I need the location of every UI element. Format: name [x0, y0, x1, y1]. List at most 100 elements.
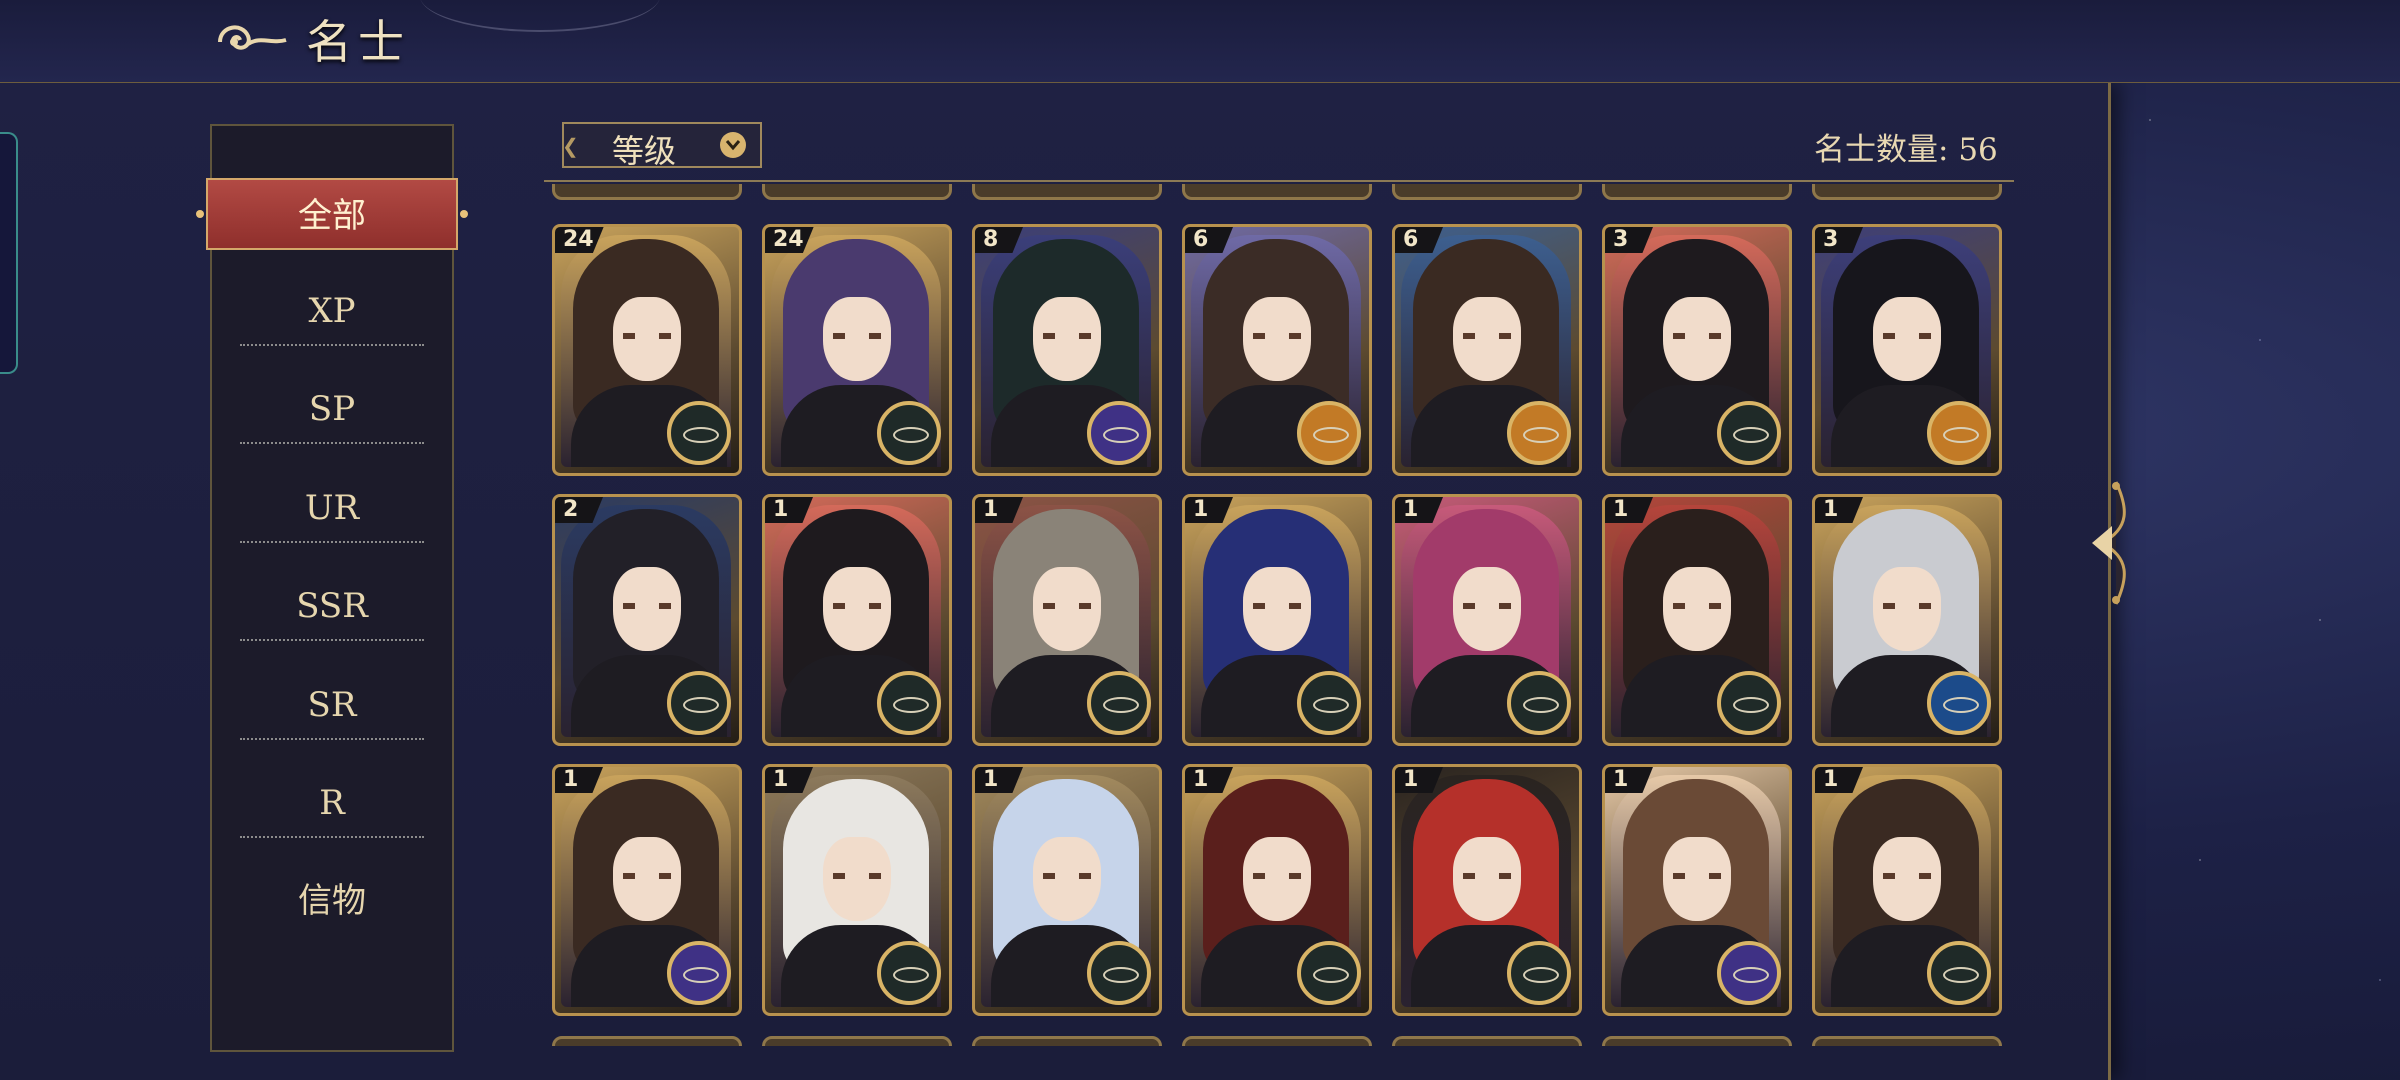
partial-card-top: [1392, 184, 1582, 200]
character-card[interactable]: 1: [1812, 494, 2002, 746]
chevron-down-icon: [720, 132, 746, 158]
filter-label: 信物: [298, 881, 366, 921]
character-card[interactable]: 1: [1182, 764, 1372, 1016]
portrait-face: [1663, 567, 1731, 651]
class-emblem-icon: [667, 401, 731, 465]
ornament-icon: ❮: [562, 134, 579, 158]
partial-card-top: [762, 184, 952, 200]
class-emblem-icon: [1927, 401, 1991, 465]
class-emblem-icon: [1717, 401, 1781, 465]
rarity-filter-sidebar: 全部 XP SP UR SSR SR R 信物: [196, 124, 468, 1052]
character-card[interactable]: 1: [972, 764, 1162, 1016]
character-card[interactable]: 1: [1392, 494, 1582, 746]
class-emblem-icon: [1717, 671, 1781, 735]
portrait-eyes: [1043, 333, 1091, 339]
character-card[interactable]: 6: [1392, 224, 1582, 476]
portrait-face: [1453, 567, 1521, 651]
filter-ur[interactable]: UR: [212, 473, 452, 543]
filter-keepsake[interactable]: 信物: [212, 866, 452, 936]
header-arc-decoration: [420, 0, 660, 32]
filter-sr[interactable]: SR: [212, 670, 452, 740]
character-card[interactable]: 1: [552, 764, 742, 1016]
filter-r[interactable]: R: [212, 768, 452, 838]
class-emblem-icon: [877, 941, 941, 1005]
grid-top-divider: [544, 180, 2014, 182]
character-card[interactable]: 1: [1392, 764, 1582, 1016]
partial-card-bottom: [1602, 1036, 1792, 1046]
filter-label: XP: [308, 291, 356, 331]
character-card[interactable]: 2: [552, 494, 742, 746]
character-card[interactable]: 6: [1182, 224, 1372, 476]
class-emblem-icon: [1297, 671, 1361, 735]
portrait-face: [1453, 837, 1521, 921]
portrait-eyes: [1673, 873, 1721, 879]
portrait-face: [1243, 567, 1311, 651]
portrait-face: [1663, 837, 1731, 921]
character-grid: 24 24 8 6 6 3 3 2 1 1 1 1 1 1 1 1 1 1 1 1 1: [540, 184, 2020, 1046]
partial-card-bottom: [762, 1036, 952, 1046]
portrait-face: [1453, 297, 1521, 381]
class-emblem-icon: [1507, 401, 1571, 465]
character-card[interactable]: 1: [762, 764, 952, 1016]
left-edge-tab[interactable]: [0, 132, 18, 374]
class-emblem-icon: [1507, 671, 1571, 735]
class-emblem-icon: [877, 671, 941, 735]
portrait-eyes: [1883, 873, 1931, 879]
partial-card-bottom: [972, 1036, 1162, 1046]
partial-card-top: [1812, 184, 2002, 200]
count-label: 名士数量:: [1814, 132, 1949, 168]
class-emblem-icon: [667, 941, 731, 1005]
character-card[interactable]: 8: [972, 224, 1162, 476]
character-card[interactable]: 1: [762, 494, 952, 746]
portrait-eyes: [1043, 873, 1091, 879]
character-card[interactable]: 1: [1602, 494, 1792, 746]
character-card[interactable]: 1: [972, 494, 1162, 746]
portrait-eyes: [1253, 873, 1301, 879]
filter-label: R: [319, 783, 345, 823]
class-emblem-icon: [667, 671, 731, 735]
page-title: 名士: [306, 15, 410, 69]
filter-label: SSR: [296, 586, 368, 626]
portrait-face: [1033, 567, 1101, 651]
filter-ssr[interactable]: SSR: [212, 571, 452, 641]
class-emblem-icon: [1507, 941, 1571, 1005]
character-card[interactable]: 1: [1182, 494, 1372, 746]
divider: [240, 639, 424, 641]
filter-all[interactable]: 全部: [212, 186, 452, 246]
portrait-eyes: [1883, 333, 1931, 339]
filter-label: 全部: [298, 196, 366, 236]
portrait-eyes: [1673, 603, 1721, 609]
character-card[interactable]: 3: [1812, 224, 2002, 476]
portrait-eyes: [623, 603, 671, 609]
sort-dropdown[interactable]: ❮ 等级: [562, 122, 762, 170]
portrait-eyes: [623, 333, 671, 339]
class-emblem-icon: [1087, 671, 1151, 735]
character-card[interactable]: 24: [762, 224, 952, 476]
filter-sp[interactable]: SP: [212, 374, 452, 444]
portrait-face: [1873, 297, 1941, 381]
class-emblem-icon: [877, 401, 941, 465]
ornament-dot: [460, 210, 468, 218]
character-card[interactable]: 1: [1602, 764, 1792, 1016]
portrait-face: [613, 837, 681, 921]
character-card[interactable]: 1: [1812, 764, 2002, 1016]
portrait-face: [1873, 837, 1941, 921]
filter-label: UR: [304, 488, 360, 528]
collapse-arrow-icon[interactable]: [2072, 478, 2136, 608]
divider: [240, 738, 424, 740]
portrait-eyes: [1253, 603, 1301, 609]
header-bar: 名士: [0, 0, 2400, 83]
partial-card-top: [552, 184, 742, 200]
divider: [240, 541, 424, 543]
partial-card-top: [1182, 184, 1372, 200]
portrait-face: [1873, 567, 1941, 651]
partial-card-bottom: [1392, 1036, 1582, 1046]
filter-xp[interactable]: XP: [212, 276, 452, 346]
portrait-face: [823, 837, 891, 921]
portrait-eyes: [1463, 333, 1511, 339]
character-card[interactable]: 24: [552, 224, 742, 476]
divider: [240, 442, 424, 444]
partial-card-bottom: [552, 1036, 742, 1046]
character-card[interactable]: 3: [1602, 224, 1792, 476]
portrait-face: [613, 297, 681, 381]
